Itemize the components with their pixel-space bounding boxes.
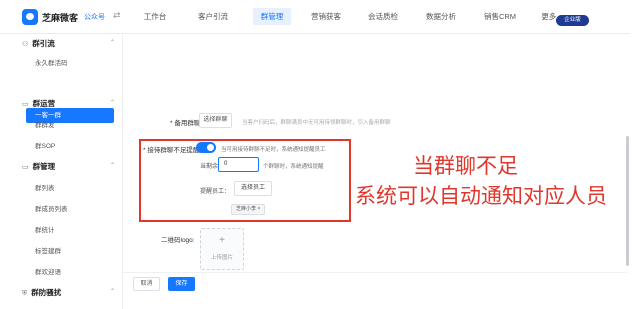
brand-name: 芝麻微客: [42, 13, 79, 23]
chat-icon: ▭: [22, 164, 29, 171]
sidebar-group-label: 群防骚扰: [31, 288, 62, 297]
sidebar-item-welcome[interactable]: 群欢迎语: [35, 266, 61, 276]
top-bar: 芝麻微客 公众号 ⇄ 工作台 客户引流 群管理 营销获客 会话质检 数据分析 销售CRM 更多…: [0, 0, 640, 34]
footer-bar: [123, 272, 627, 298]
plus-icon: +: [219, 235, 225, 246]
nav-tab-label: 群管理: [252, 8, 292, 25]
select-staff-button[interactable]: 选择员工: [234, 181, 272, 196]
annotation-line-1: 当群聊不足: [413, 154, 518, 178]
nav-tab[interactable]: 会话质检: [354, 0, 412, 34]
annotation-line-2: 系统可以自动通知对应人员: [355, 184, 607, 208]
sidebar-item-group-sop[interactable]: 群SOP: [35, 140, 55, 150]
chevron-up-icon[interactable]: ⌃: [110, 99, 115, 106]
sidebar-item-group-stats[interactable]: 群统计: [35, 224, 55, 234]
sidebar-item-permanent-qr[interactable]: 永久群活码: [35, 57, 68, 67]
nav-tab-label: 工作台: [143, 12, 167, 21]
nav-tab-label: 营销获客: [311, 12, 341, 21]
threshold-suffix: 个群聊时，系统通知提醒: [263, 164, 324, 170]
upload-image-box[interactable]: + 上传图片: [200, 228, 244, 270]
nav-tab[interactable]: 群管理: [246, 0, 298, 34]
nav-tab-label: 客户引流: [198, 12, 228, 21]
chat-icon: ▭: [22, 101, 29, 108]
chevron-up-icon[interactable]: ⌃: [110, 288, 115, 295]
switch-icon[interactable]: ⇄: [113, 10, 121, 21]
save-button[interactable]: 保存: [168, 277, 195, 291]
sidebar-item-group-list[interactable]: 群列表: [35, 182, 55, 192]
sidebar-group-anti-harass[interactable]: ⛨ 群防骚扰: [22, 287, 61, 298]
nav-tab[interactable]: 销售CRM: [470, 0, 530, 34]
threshold-input[interactable]: 0: [218, 157, 259, 172]
qr-logo-label: 二维码logo:: [161, 237, 195, 244]
cancel-button[interactable]: 取消: [133, 277, 160, 291]
account-scope[interactable]: 公众号: [84, 12, 105, 22]
notify-staff-label: 提醒员工：: [200, 189, 231, 195]
sidebar: ⚇ 群引流 ⌃ 永久群活码 一客一群 ▭ 群运营 ⌃ 群群发 群SOP ▭ 群管理 ⌃…: [0, 34, 123, 309]
user-group-icon: ⚇: [22, 41, 29, 48]
nav-tab-label: 会话质检: [368, 12, 398, 21]
threshold-prefix: 当剩余: [200, 164, 219, 170]
sidebar-item-group-broadcast[interactable]: 群群发: [35, 119, 55, 129]
enterprise-badge[interactable]: 企业版: [556, 15, 589, 26]
nav-tab-label: 销售CRM: [483, 12, 517, 21]
main-nav: 工作台 客户引流 群管理 营销获客 会话质检 数据分析 销售CRM 更多 ⌄: [130, 0, 576, 34]
sidebar-group-traffic[interactable]: ⚇ 群引流: [22, 38, 55, 49]
staff-tag[interactable]: 芝麻小李 ×: [231, 204, 266, 215]
upload-label: 上传图片: [210, 255, 233, 261]
backup-group-hint: 当客户扫码后，群聊满员中无可用待领群聊时，引入备用群聊: [242, 120, 391, 126]
nav-tab[interactable]: 工作台: [130, 0, 180, 34]
backup-group-label: * 备用群聊: [170, 120, 201, 127]
chevron-up-icon[interactable]: ⌃: [110, 39, 115, 46]
nav-tab[interactable]: 数据分析: [412, 0, 470, 34]
reminder-description: 当可用接待群聊不足时，系统通知提醒员工: [221, 147, 326, 153]
sidebar-item-member-list[interactable]: 群成员列表: [35, 203, 68, 213]
sidebar-group-operations[interactable]: ▭ 群运营: [22, 98, 55, 109]
sidebar-group-label: 群引流: [32, 39, 55, 48]
right-margin: [630, 0, 640, 309]
shield-icon: ⛨: [22, 290, 28, 297]
reminder-label: * 接待群聊不足提醒: [143, 147, 200, 154]
scrollbar[interactable]: [626, 136, 629, 266]
sidebar-group-label: 群运营: [32, 99, 56, 108]
sidebar-group-label: 群管理: [32, 162, 56, 171]
sidebar-group-management[interactable]: ▭ 群管理: [22, 161, 55, 172]
nav-tab[interactable]: 营销获客: [298, 0, 354, 34]
select-backup-group-button[interactable]: 选择群聊: [199, 113, 232, 128]
reminder-toggle[interactable]: [196, 142, 216, 153]
sidebar-item-tag-group[interactable]: 标签建群: [35, 245, 61, 255]
nav-tab-label: 数据分析: [426, 12, 456, 21]
nav-tab[interactable]: 客户引流: [180, 0, 246, 34]
chevron-up-icon[interactable]: ⌃: [110, 162, 115, 169]
logo-icon: [22, 9, 38, 25]
